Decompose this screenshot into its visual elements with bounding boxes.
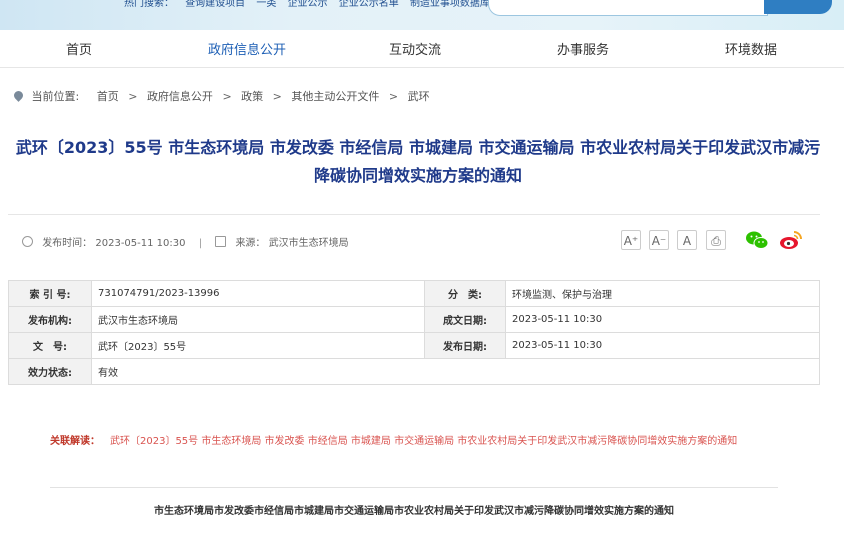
published-date-value: 2023-05-11 10:30 <box>505 332 820 359</box>
wechat-icon[interactable] <box>745 229 769 251</box>
breadcrumb-item[interactable]: 政策 <box>241 90 263 103</box>
breadcrumb-item[interactable]: 武环 <box>408 90 430 103</box>
related-label: 关联解读： <box>50 436 100 447</box>
publish-time-label: 发布时间： <box>42 238 93 249</box>
breadcrumb-separator: > <box>222 90 232 103</box>
font-reset-button[interactable]: A <box>677 230 697 250</box>
location-icon <box>12 89 25 102</box>
index-value: 731074791/2023-13996 <box>91 280 425 307</box>
source-value: 武汉市生态环境局 <box>268 238 349 249</box>
related-section: 关联解读： 武环〔2023〕55号 市生态环境局 市发改委 市经信局 市城建局 市… <box>50 430 780 453</box>
meta-separator: | <box>198 238 203 249</box>
created-date-value: 2023-05-11 10:30 <box>505 306 820 333</box>
table-row: 索 引 号: 731074791/2023-13996 分 类: 环境监测、保护… <box>8 280 820 307</box>
category-label: 分 类: <box>424 280 506 307</box>
hot-search-item[interactable]: 一类 <box>256 0 276 9</box>
nav-item-gov-info[interactable]: 政府信息公开 <box>208 39 286 58</box>
breadcrumb-separator: > <box>128 90 138 103</box>
org-label: 发布机构: <box>8 306 92 333</box>
category-value: 环境监测、保护与治理 <box>505 280 820 307</box>
main-nav: 首页 政府信息公开 互动交流 办事服务 环境数据 <box>0 30 844 68</box>
created-date-label: 成文日期: <box>424 306 506 333</box>
nav-item-interaction[interactable]: 互动交流 <box>389 39 441 58</box>
doc-number-value: 武环〔2023〕55号 <box>91 332 425 359</box>
divider <box>50 487 778 488</box>
article-title: 武环〔2023〕55号 市生态环境局 市发改委 市经信局 市城建局 市交通运输局… <box>15 138 821 185</box>
breadcrumb-item[interactable]: 其他主动公开文件 <box>291 90 379 103</box>
hot-search-label: 热门搜索： <box>124 0 174 9</box>
nav-item-env-data[interactable]: 环境数据 <box>725 39 777 58</box>
hot-search-item[interactable]: 制造业事项数据库 <box>410 0 490 9</box>
publish-time: 2023-05-11 10:30 <box>95 238 186 249</box>
breadcrumb-item[interactable]: 政府信息公开 <box>147 90 213 103</box>
clock-icon <box>22 236 33 247</box>
hot-search-item[interactable]: 企业公示 <box>288 0 328 9</box>
hot-search-item[interactable]: 查询建设项目 <box>185 0 245 9</box>
nav-item-home[interactable]: 首页 <box>66 39 92 58</box>
top-banner: 热门搜索： 查询建设项目 一类 企业公示 企业公示名单 制造业事项数据库 四块 <box>0 0 844 30</box>
status-value: 有效 <box>91 358 820 385</box>
org-value: 武汉市生态环境局 <box>91 306 425 333</box>
font-decrease-button[interactable]: A⁻ <box>649 230 669 250</box>
breadcrumb-separator: > <box>388 90 399 103</box>
weibo-icon[interactable] <box>779 229 803 251</box>
breadcrumb-separator: > <box>272 90 282 103</box>
table-row: 效力状态: 有效 <box>8 358 820 385</box>
table-row: 发布机构: 武汉市生态环境局 成文日期: 2023-05-11 10:30 <box>8 306 820 333</box>
table-row: 文 号: 武环〔2023〕55号 发布日期: 2023-05-11 10:30 <box>8 332 820 359</box>
hot-search: 热门搜索： 查询建设项目 一类 企业公示 企业公示名单 制造业事项数据库 四块 <box>124 0 529 9</box>
search-input[interactable] <box>488 0 768 16</box>
nav-item-services[interactable]: 办事服务 <box>557 39 609 58</box>
font-increase-button[interactable]: A⁺ <box>621 230 641 250</box>
breadcrumb: 当前位置: 首页 > 政府信息公开 > 政策 > 其他主动公开文件 > 武环 <box>12 88 430 104</box>
print-icon[interactable]: ⎙ <box>706 230 726 250</box>
body-title: 市生态环境局市发改委市经信局市城建局市交通运输局市农业农村局关于印发武汉市减污降… <box>154 506 674 517</box>
breadcrumb-label: 当前位置: <box>31 90 80 103</box>
hot-search-item[interactable]: 企业公示名单 <box>339 0 399 9</box>
related-link[interactable]: 武环〔2023〕55号 市生态环境局 市发改委 市经信局 市城建局 市交通运输局… <box>110 436 737 447</box>
status-label: 效力状态: <box>8 358 92 385</box>
index-label: 索 引 号: <box>8 280 92 307</box>
breadcrumb-item[interactable]: 首页 <box>97 90 119 103</box>
article-meta: 发布时间： 2023-05-11 10:30 | 来源： 武汉市生态环境局 <box>22 234 349 249</box>
info-table: 索 引 号: 731074791/2023-13996 分 类: 环境监测、保护… <box>8 280 820 385</box>
search-button[interactable] <box>764 0 832 14</box>
divider <box>8 214 820 215</box>
published-date-label: 发布日期: <box>424 332 506 359</box>
source-label: 来源： <box>235 238 266 249</box>
doc-number-label: 文 号: <box>8 332 92 359</box>
source-icon <box>215 236 227 247</box>
